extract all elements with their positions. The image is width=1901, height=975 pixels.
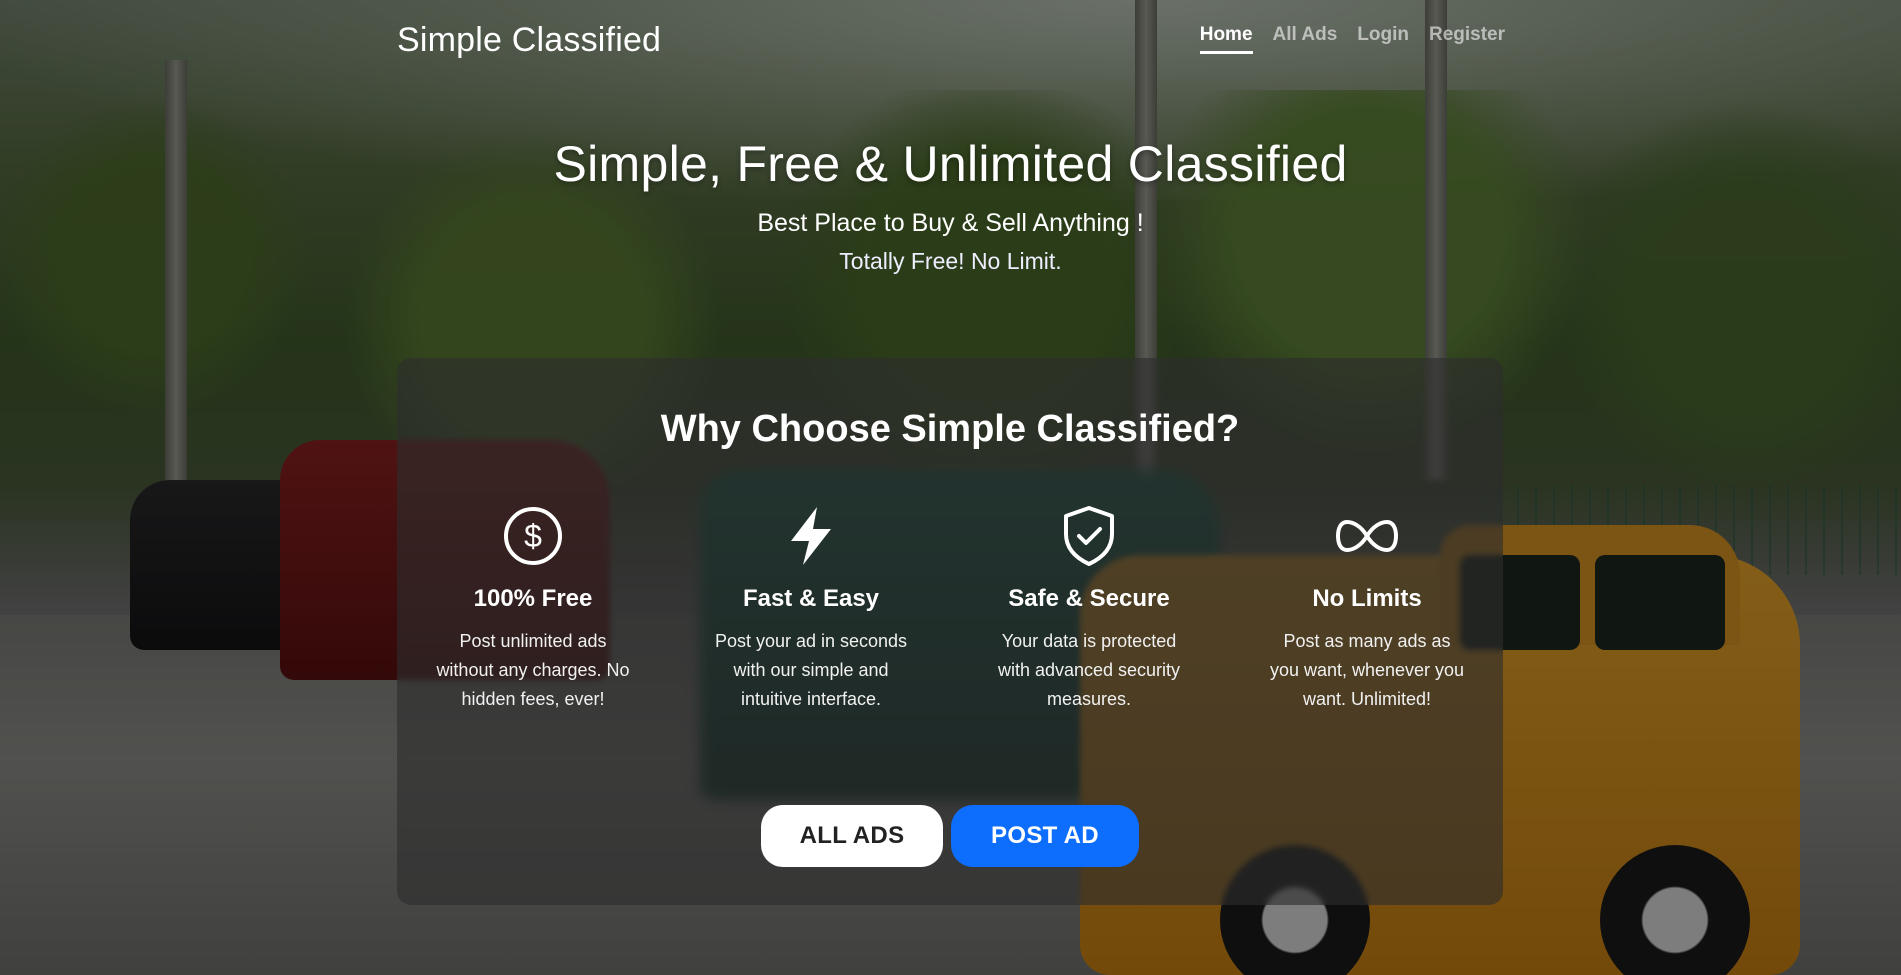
feature-no-limits: No Limits Post as many ads as you want, … [1267,503,1467,714]
nav-link-login[interactable]: Login [1357,24,1409,54]
brand-logo[interactable]: Simple Classified [397,21,661,60]
features-list: $ 100% Free Post unlimited ads without a… [397,503,1503,714]
feature-text: Post your ad in seconds with our simple … [714,631,908,709]
feature-text: Your data is protected with advanced sec… [997,631,1181,709]
hero-subtitle: Best Place to Buy & Sell Anything ! [757,209,1144,237]
svg-text:$: $ [524,518,542,554]
feature-secure: Safe & Secure Your data is protected wit… [989,503,1189,714]
why-choose-title: Why Choose Simple Classified? [660,408,1240,450]
navbar: Simple Classified Home All Ads Login Reg… [397,0,1505,84]
nav-link-all-ads[interactable]: All Ads [1273,24,1338,54]
lightning-icon [711,503,911,569]
all-ads-button[interactable]: ALL ADS [761,805,943,867]
hero-section: Simple, Free & Unlimited Classified Best… [0,135,1901,275]
infinity-icon [1267,503,1467,569]
feature-free: $ 100% Free Post unlimited ads without a… [433,503,633,714]
nav-links: Home All Ads Login Register [1199,24,1505,54]
nav-link-register[interactable]: Register [1429,24,1505,54]
hero-tagline: Totally Free! No Limit. [839,248,1062,274]
why-choose-panel: Why Choose Simple Classified? $ 100% Fre… [397,358,1503,905]
nav-link-home[interactable]: Home [1199,24,1253,54]
post-ad-button[interactable]: POST AD [951,805,1139,867]
feature-title: 100% Free [473,585,593,612]
feature-text: Post as many ads as you want, whenever y… [1269,631,1465,709]
feature-text: Post unlimited ads without any charges. … [436,631,630,709]
cta-buttons: ALL ADS POST AD [397,805,1503,867]
feature-title: Fast & Easy [742,585,880,612]
feature-title: No Limits [1312,585,1422,612]
shield-check-icon [989,503,1189,569]
dollar-circle-icon: $ [433,503,633,569]
feature-fast: Fast & Easy Post your ad in seconds with… [711,503,911,714]
feature-title: Safe & Secure [1008,585,1170,612]
hero-title: Simple, Free & Unlimited Classified [553,136,1348,192]
